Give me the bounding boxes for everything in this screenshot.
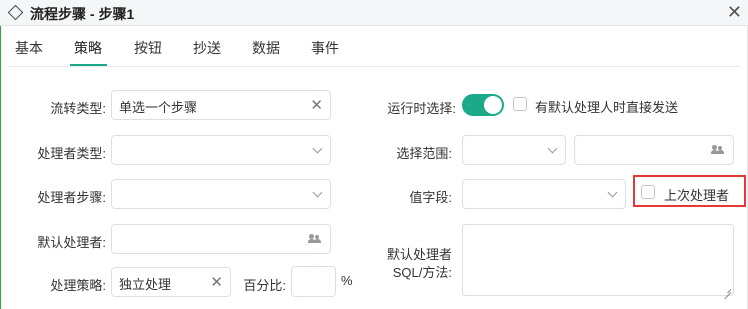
handler-type-label: 处理者类型:	[37, 146, 106, 161]
handle-strategy-label: 处理策略:	[50, 278, 106, 293]
flow-type-value: 单选一个步骤	[119, 100, 198, 115]
handle-strategy-select[interactable]: 独立处理 ✕	[111, 267, 231, 297]
chevron-down-icon	[312, 143, 323, 154]
tab-buttons[interactable]: 按钮	[134, 38, 162, 58]
tab-strategy[interactable]: 策略	[74, 38, 102, 58]
last-handler-checkbox[interactable]	[641, 185, 655, 199]
tab-data[interactable]: 数据	[252, 38, 280, 58]
diamond-icon	[7, 4, 24, 21]
tab-events[interactable]: 事件	[311, 38, 339, 58]
tab-bar: 基本 策略 按钮 抄送 数据 事件	[0, 26, 748, 66]
handler-type-select[interactable]	[111, 135, 331, 165]
percent-unit: %	[341, 273, 353, 288]
window-title: 流程步骤 - 步骤1	[30, 6, 135, 22]
resize-handle[interactable]	[723, 285, 731, 293]
chevron-down-icon	[547, 143, 558, 154]
handler-step-label: 处理者步骤:	[37, 190, 106, 205]
select-range-label: 选择范围:	[396, 146, 452, 161]
percentage-input[interactable]	[291, 266, 336, 297]
users-icon[interactable]	[308, 234, 321, 244]
runtime-select-label: 运行时选择:	[387, 101, 456, 116]
handler-step-select[interactable]	[111, 179, 331, 209]
send-directly-label: 有默认处理人时直接发送	[535, 100, 679, 115]
value-field-label: 值字段:	[409, 190, 452, 205]
clear-icon[interactable]: ✕	[310, 96, 323, 114]
default-handler-field[interactable]	[111, 224, 331, 254]
clear-icon[interactable]: ✕	[210, 273, 223, 291]
send-directly-checkbox[interactable]	[513, 97, 527, 111]
default-sql-label-line1: 默认处理者	[386, 247, 452, 262]
default-sql-label-line2: SQL/方法:	[392, 265, 452, 280]
last-handler-label: 上次处理者	[664, 188, 730, 203]
users-icon[interactable]	[711, 145, 724, 155]
chevron-down-icon	[607, 187, 618, 198]
tabs-divider	[8, 66, 740, 67]
select-range-select[interactable]	[462, 135, 566, 165]
window-titlebar: 流程步骤 - 步骤1 ✕	[0, 0, 748, 26]
handle-strategy-value: 独立处理	[119, 277, 172, 292]
runtime-select-toggle[interactable]	[462, 94, 504, 116]
percentage-label: 百分比:	[243, 278, 286, 293]
flow-type-label: 流转类型:	[50, 101, 106, 116]
chevron-down-icon	[312, 187, 323, 198]
toggle-knob	[484, 96, 502, 114]
left-accent-border	[0, 26, 1, 309]
flow-type-select[interactable]: 单选一个步骤 ✕	[111, 90, 331, 120]
default-sql-textarea[interactable]	[462, 224, 734, 296]
tab-cc[interactable]: 抄送	[193, 38, 221, 58]
close-icon[interactable]: ✕	[727, 2, 742, 22]
default-handler-label: 默认处理者:	[37, 235, 106, 250]
tab-basic[interactable]: 基本	[15, 38, 43, 58]
value-field-select[interactable]	[462, 179, 626, 209]
select-range-users-field[interactable]	[574, 135, 734, 165]
